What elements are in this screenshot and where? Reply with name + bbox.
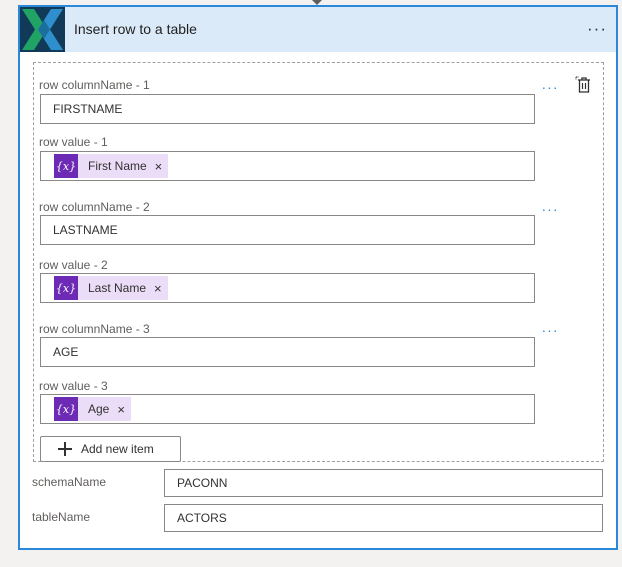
card-header[interactable]: Insert row to a table ··· — [20, 7, 616, 52]
remove-token-icon[interactable]: × — [155, 159, 163, 174]
action-card: Insert row to a table ··· row columnName… — [18, 5, 618, 550]
row-columnname-label-3: row columnName - 3 — [39, 322, 150, 336]
row-value-label-2: row value - 2 — [39, 258, 108, 272]
token-label: First Name — [88, 159, 147, 173]
token-label: Age — [88, 402, 110, 416]
row-2-more-options-button[interactable]: ··· — [539, 201, 561, 217]
dynamic-content-token[interactable]: {x} Last Name × — [54, 276, 168, 300]
remove-token-icon[interactable]: × — [154, 281, 162, 296]
schemaname-value: PACONN — [177, 476, 228, 490]
card-more-options-button[interactable]: ··· — [582, 15, 612, 43]
row-columnname-input-1[interactable]: FIRSTNAME — [40, 94, 535, 124]
row-columnname-value-1: FIRSTNAME — [53, 102, 123, 116]
variable-icon: {x} — [54, 397, 78, 421]
plus-icon — [58, 442, 72, 456]
row-columnname-label-2: row columnName - 2 — [39, 200, 150, 214]
variable-icon: {x} — [54, 154, 78, 178]
row-columnname-input-3[interactable]: AGE — [40, 337, 535, 367]
row-columnname-value-3: AGE — [53, 345, 79, 359]
tablename-value: ACTORS — [177, 511, 227, 525]
row-value-input-2[interactable]: {x} Last Name × — [40, 273, 535, 303]
row-value-input-3[interactable]: {x} Age × — [40, 394, 535, 424]
row-value-label-3: row value - 3 — [39, 379, 108, 393]
tablename-label: tableName — [32, 510, 91, 524]
tablename-input[interactable]: ACTORS — [164, 504, 603, 532]
schemaname-label: schemaName — [32, 475, 107, 489]
row-3-more-options-button[interactable]: ··· — [539, 322, 561, 338]
row-value-label-1: row value - 1 — [39, 135, 108, 149]
row-columnname-value-2: LASTNAME — [53, 223, 118, 237]
token-label: Last Name — [88, 281, 147, 295]
row-columnname-input-2[interactable]: LASTNAME — [40, 215, 535, 245]
row-value-input-1[interactable]: {x} First Name × — [40, 151, 535, 181]
add-new-item-label: Add new item — [81, 442, 154, 456]
dynamic-content-token[interactable]: {x} Age × — [54, 397, 131, 421]
add-new-item-button[interactable]: Add new item — [40, 436, 181, 462]
row-items-panel: row columnName - 1 FIRSTNAME ··· row val… — [33, 62, 604, 462]
variable-icon: {x} — [54, 276, 78, 300]
row-columnname-label-1: row columnName - 1 — [39, 78, 150, 92]
card-title: Insert row to a table — [74, 21, 197, 37]
remove-token-icon[interactable]: × — [117, 402, 125, 417]
dynamic-content-token[interactable]: {x} First Name × — [54, 154, 169, 178]
delete-icon[interactable] — [574, 75, 594, 95]
excel-logo-icon — [20, 7, 65, 52]
schemaname-input[interactable]: PACONN — [164, 469, 603, 497]
row-1-more-options-button[interactable]: ··· — [539, 79, 561, 95]
